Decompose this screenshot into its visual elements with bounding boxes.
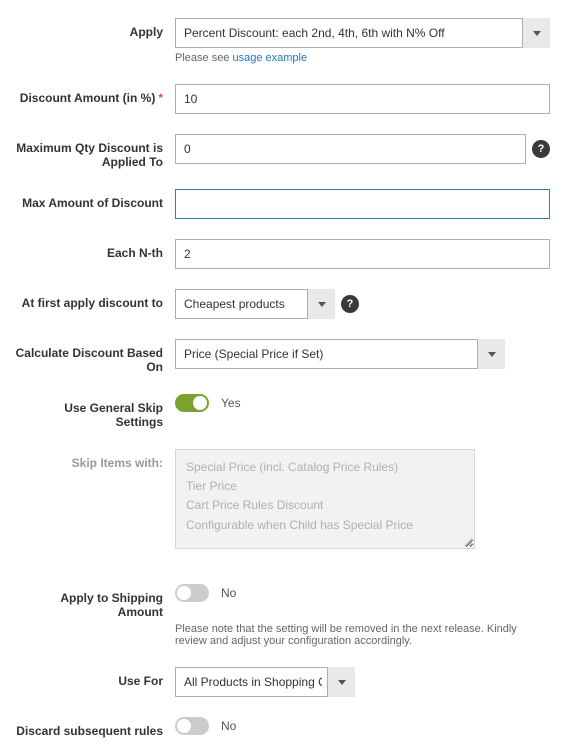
- use-general-skip-toggle[interactable]: [175, 394, 209, 412]
- apply-hint: Please see usage example: [175, 52, 307, 64]
- max-amount-label: Max Amount of Discount: [15, 189, 175, 210]
- apply-label: Apply: [15, 18, 175, 39]
- discard-value: No: [221, 719, 236, 733]
- each-nth-input[interactable]: [175, 239, 550, 269]
- apply-shipping-hint: Please note that the setting will be rem…: [175, 623, 550, 647]
- use-for-select[interactable]: All Products in Shopping Cart: [175, 667, 355, 697]
- max-amount-input[interactable]: [175, 189, 550, 219]
- skip-items-label: Skip Items with:: [15, 449, 175, 470]
- list-item: Tier Price: [186, 477, 464, 496]
- discard-label: Discard subsequent rules: [15, 717, 175, 738]
- use-for-label: Use For: [15, 667, 175, 688]
- first-apply-label: At first apply discount to: [15, 289, 175, 310]
- list-item: Cart Price Rules Discount: [186, 496, 464, 515]
- use-general-skip-value: Yes: [221, 396, 241, 410]
- list-item: Special Price (incl. Catalog Price Rules…: [186, 458, 464, 477]
- help-icon[interactable]: ?: [532, 140, 550, 158]
- list-item: Configurable when Child has Special Pric…: [186, 516, 464, 535]
- use-general-skip-label: Use General Skip Settings: [15, 394, 175, 429]
- first-apply-select[interactable]: Cheapest products: [175, 289, 335, 319]
- resize-grip-icon: [462, 536, 472, 546]
- calc-based-label: Calculate Discount Based On: [15, 339, 175, 374]
- max-qty-input[interactable]: [175, 134, 526, 164]
- apply-shipping-label: Apply to Shipping Amount: [15, 584, 175, 619]
- apply-select[interactable]: Percent Discount: each 2nd, 4th, 6th wit…: [175, 18, 550, 48]
- help-icon[interactable]: ?: [341, 295, 359, 313]
- apply-shipping-value: No: [221, 586, 236, 600]
- each-nth-label: Each N-th: [15, 239, 175, 260]
- max-qty-label: Maximum Qty Discount is Applied To: [15, 134, 175, 169]
- discard-toggle[interactable]: [175, 717, 209, 735]
- skip-items-multiselect: Special Price (incl. Catalog Price Rules…: [175, 449, 475, 549]
- discount-amount-input[interactable]: [175, 84, 550, 114]
- apply-shipping-toggle[interactable]: [175, 584, 209, 602]
- usage-example-link[interactable]: usage example: [232, 52, 307, 64]
- required-asterisk: *: [158, 91, 163, 105]
- calc-based-select[interactable]: Price (Special Price if Set): [175, 339, 505, 369]
- discount-amount-label: Discount Amount (in %)*: [15, 84, 175, 105]
